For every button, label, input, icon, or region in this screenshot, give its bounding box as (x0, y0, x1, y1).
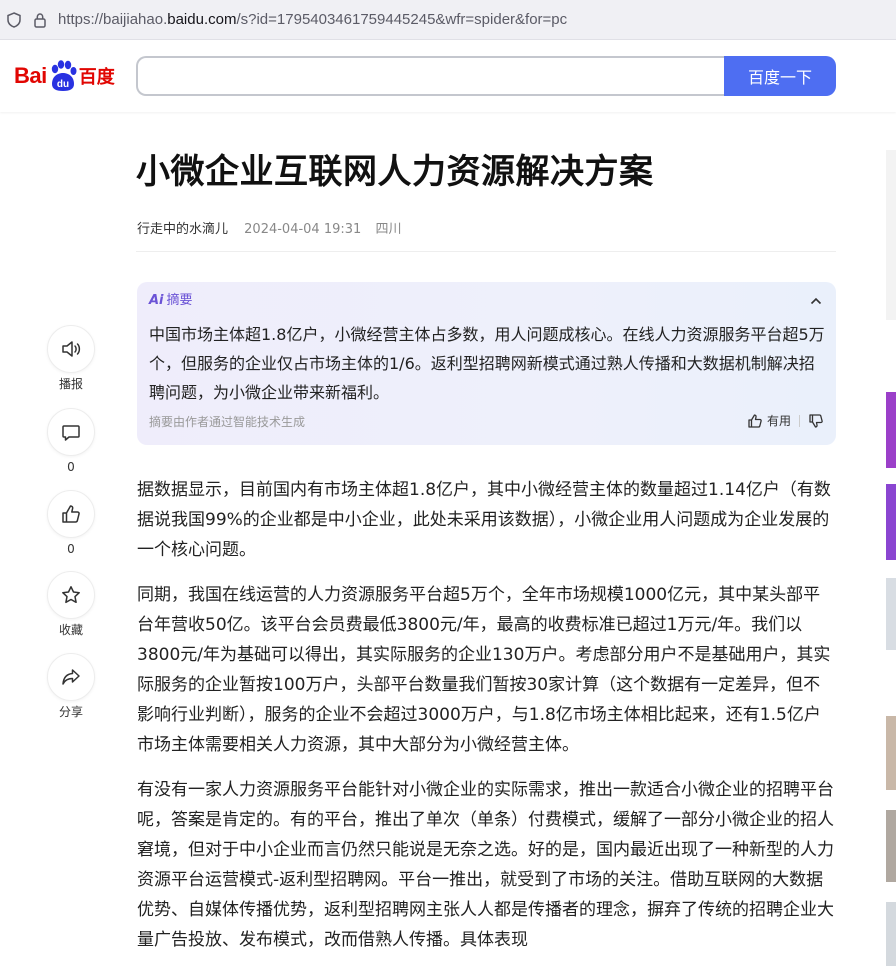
feedback-separator (799, 415, 800, 427)
article-paragraph: 同期，我国在线运营的人力资源服务平台超5万个，全年市场规模1000亿元，其中某头… (137, 585, 831, 755)
publish-date: 2024-04-04 19:31 (244, 222, 362, 237)
summary-header: Ai 摘要 (149, 292, 193, 310)
favorite-label: 收藏 (58, 623, 83, 637)
lock-icon[interactable] (30, 10, 50, 30)
sidebar-thumbnail[interactable] (886, 902, 896, 966)
sidebar-thumbnail[interactable] (886, 716, 896, 790)
search-box[interactable] (136, 56, 726, 96)
article-body: 据数据显示，目前国内有市场主体超1.8亿户，其中小微经营主体的数量超过1.14亿… (137, 475, 837, 966)
share-icon (60, 666, 82, 688)
right-sidebar-edge (886, 0, 896, 966)
article-title: 小微企业互联网人力资源解决方案 (136, 152, 654, 192)
like-count: 0 (67, 542, 75, 556)
paw-icon: du (48, 60, 78, 92)
thumbs-up-icon (60, 503, 82, 525)
shield-icon[interactable] (4, 10, 24, 30)
url-domain: baidu.com (167, 11, 237, 28)
comment-count: 0 (67, 460, 75, 474)
comment-button[interactable] (47, 408, 95, 456)
logo-text-du: du (57, 79, 69, 90)
publish-location: 四川 (375, 222, 402, 237)
sidebar-card-edge (886, 150, 896, 320)
article-meta: 行走中的水滴儿 2024-04-04 19:31 四川 (137, 221, 401, 239)
like-button[interactable] (47, 490, 95, 538)
comment-icon (60, 421, 82, 443)
url-text[interactable]: https://baijiahao.baidu.com/s?id=1795403… (58, 10, 567, 30)
share-label: 分享 (58, 705, 83, 719)
thumbs-down-icon[interactable] (808, 413, 824, 429)
sidebar-thumbnail[interactable] (886, 578, 896, 650)
ai-icon: Ai (149, 293, 164, 308)
speaker-icon (60, 338, 82, 360)
url-suffix: /s?id=1795403461759445245&wfr=spider&for… (236, 11, 568, 28)
url-prefix: https://baijiahao. (58, 11, 168, 28)
summary-feedback: 有用 (747, 411, 824, 431)
browser-address-bar[interactable]: https://baijiahao.baidu.com/s?id=1795403… (0, 0, 896, 40)
summary-label: 摘要 (166, 293, 193, 308)
article-paragraph: 据数据显示，目前国内有市场主体超1.8亿户，其中小微经营主体的数量超过1.14亿… (137, 480, 831, 560)
logo-text-baidu-cn: 百度 (78, 67, 115, 88)
sidebar-thumbnail[interactable] (886, 392, 896, 468)
site-header: Bai du 百度 百度一下 (0, 40, 896, 112)
sidebar-thumbnail[interactable] (886, 810, 896, 882)
sidebar-thumbnail[interactable] (886, 484, 896, 560)
broadcast-label: 播报 (58, 377, 83, 391)
thumbs-up-icon[interactable] (747, 413, 763, 429)
broadcast-button[interactable] (47, 325, 95, 373)
logo-text-bai: Bai (14, 63, 47, 88)
star-icon (60, 584, 82, 606)
summary-footnote: 摘要由作者通过智能技术生成 (149, 415, 306, 429)
search-button[interactable]: 百度一下 (724, 56, 836, 96)
baidu-logo[interactable]: Bai du 百度 (14, 58, 115, 94)
search-input[interactable] (138, 58, 726, 94)
ai-summary-card: Ai 摘要 中国市场主体超1.8亿户，小微经营主体占多数，用人问题成核心。在线人… (137, 282, 836, 445)
summary-text: 中国市场主体超1.8亿户，小微经营主体占多数，用人问题成核心。在线人力资源服务平… (149, 325, 825, 402)
meta-divider (136, 251, 836, 252)
chevron-up-icon[interactable] (808, 292, 824, 310)
article-paragraph: 有没有一家人力资源服务平台能针对小微企业的实际需求，推出一款适合小微企业的招聘平… (137, 780, 834, 950)
favorite-button[interactable] (47, 571, 95, 619)
useful-button[interactable]: 有用 (767, 411, 791, 431)
share-button[interactable] (47, 653, 95, 701)
author-name[interactable]: 行走中的水滴儿 (137, 222, 228, 237)
